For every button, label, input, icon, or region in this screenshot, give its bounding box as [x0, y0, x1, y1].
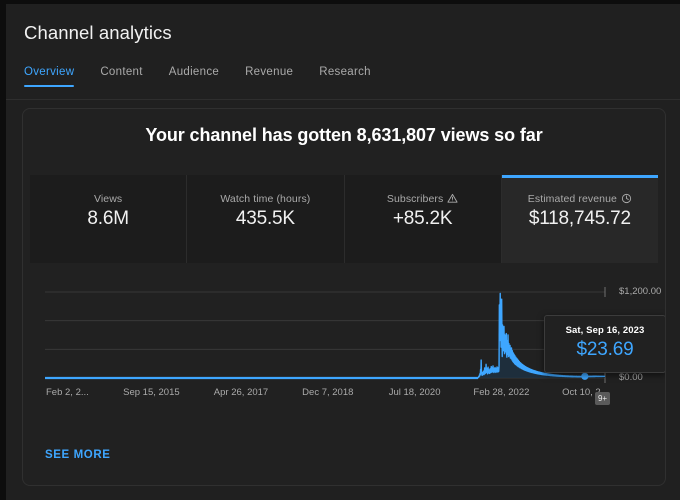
tab-revenue[interactable]: Revenue — [245, 66, 293, 87]
metric-label: Subscribers — [345, 193, 501, 207]
tab-content[interactable]: Content — [100, 66, 142, 87]
metric-label-text: Watch time (hours) — [220, 193, 311, 205]
metric-value: $118,745.72 — [528, 208, 631, 229]
x-axis-label: Feb 28, 2022 — [473, 387, 530, 398]
metric-label-text: Subscribers — [386, 193, 444, 205]
tab-overview[interactable]: Overview — [24, 66, 75, 87]
metric-card-estimated-revenue[interactable]: Estimated revenue $118,745.72 — [501, 175, 659, 263]
page-title: Channel analytics — [24, 22, 172, 43]
chart-x-axis: Feb 2, 2... Sep 15, 2015 Apr 26, 2017 Dec 7… — [23, 387, 665, 403]
analytics-tabbar: Overview Content Audience Revenue Research — [24, 66, 397, 98]
x-axis-label: Jul 18, 2020 — [388, 387, 441, 398]
see-more-link[interactable]: SEE MORE — [45, 449, 111, 461]
x-axis-label: Apr 26, 2017 — [213, 387, 269, 398]
metric-value: +85.2K — [392, 208, 453, 229]
metric-card-views[interactable]: Views 8.6M — [30, 175, 188, 263]
series-line — [44, 292, 606, 379]
metric-label-text: Estimated revenue — [527, 193, 617, 205]
tooltip-date: Sat, Sep 16, 2023 — [565, 325, 645, 336]
y-axis-label: $1,200.00 — [619, 286, 662, 297]
metric-card-watch-time-hours[interactable]: Watch time (hours) 435.5K — [187, 175, 345, 263]
metric-label: Watch time (hours) — [187, 193, 343, 205]
headline-text: Your channel has gotten 8,631,807 views … — [145, 125, 543, 145]
metric-value: 8.6M — [87, 208, 129, 229]
metric-value: 435.5K — [235, 208, 295, 229]
warning-triangle-icon[interactable] — [447, 193, 458, 207]
metric-card-subscribers[interactable]: Subscribers +85.2K — [344, 175, 502, 263]
header-divider — [6, 99, 680, 100]
tab-research[interactable]: Research — [319, 66, 371, 87]
tooltip-value: $23.69 — [576, 339, 634, 360]
metric-label: Estimated revenue — [502, 193, 658, 207]
metric-card-row: Views 8.6M Watch time (hours) 435.5K Subscri… — [30, 175, 659, 263]
y-axis-label: $0.00 — [619, 372, 643, 383]
metric-label-text: Views — [93, 193, 123, 205]
overview-card: Your channel has gotten 8,631,807 views … — [22, 108, 666, 486]
youtube-studio-analytics-page: Channel analytics Overview Content Audienc… — [6, 4, 680, 500]
metric-label: Views — [30, 193, 186, 205]
data-point-count-badge[interactable]: 9+ — [595, 392, 610, 405]
x-axis-label: Sep 15, 2015 — [123, 387, 180, 398]
chart-tooltip: Sat, Sep 16, 2023 $23.69 — [544, 315, 665, 373]
clock-icon[interactable] — [621, 193, 632, 207]
tab-audience[interactable]: Audience — [169, 66, 219, 87]
highlighted-data-point[interactable] — [581, 372, 589, 380]
x-axis-label: Feb 2, 2... — [46, 387, 89, 398]
x-axis-label: Dec 7, 2018 — [302, 387, 354, 398]
